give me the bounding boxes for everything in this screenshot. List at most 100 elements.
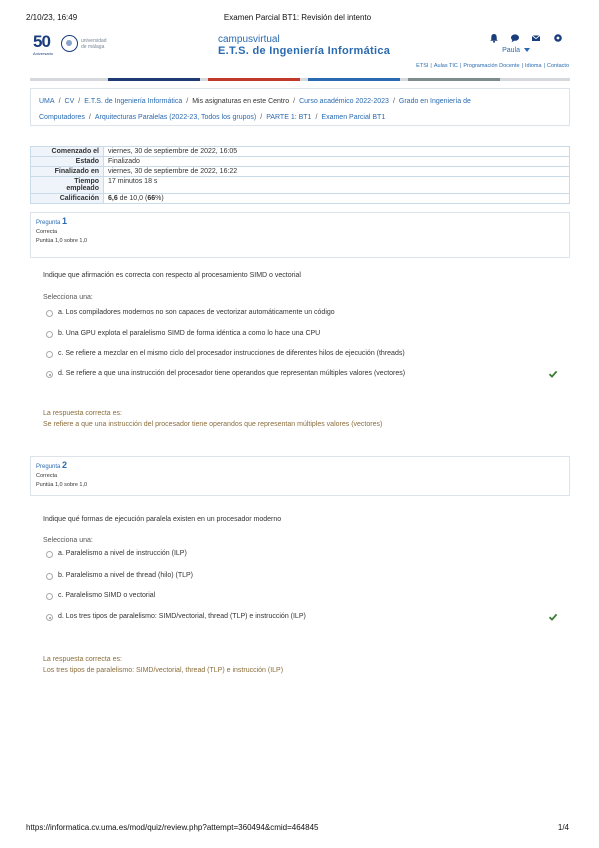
answer-option-label: b. Paralelismo a nivel de thread (hilo) … <box>58 572 194 579</box>
summary-label: Comenzado el <box>30 146 104 157</box>
question-points: Puntúa 1,0 sobre 1,0 <box>36 238 88 244</box>
radio-button-selected[interactable] <box>46 614 53 621</box>
breadcrumb: UMA / CV / E.T.S. de Ingeniería Informática /… <box>30 88 570 126</box>
answer-option-label: d. Se refiere a que una instrucción del … <box>58 370 406 377</box>
answer-option-label: a. Los compiladores modernos no son capa… <box>58 309 335 316</box>
breadcrumb-item[interactable]: Examen Parcial BT1 <box>321 114 385 121</box>
answer-option-selected[interactable]: d. Los tres tipos de paralelismo: SIMD/v… <box>46 613 558 625</box>
anniversary-logo: 50 Aniversario <box>33 33 61 59</box>
summary-value: 17 minutos 18 s <box>103 176 570 194</box>
header-icons <box>489 33 565 45</box>
question-number: Pregunta 2 <box>36 460 68 470</box>
color-segment <box>408 78 500 81</box>
answer-option-label: c. Se refiere a mezclar en el mismo cicl… <box>58 350 405 357</box>
color-bar <box>30 78 570 81</box>
breadcrumb-separator: / <box>78 98 81 105</box>
breadcrumb-separator: / <box>315 114 318 121</box>
summary-row-started: Comenzado el viernes, 30 de septiembre d… <box>30 146 570 157</box>
question-number: Pregunta 1 <box>36 216 68 226</box>
summary-value: viernes, 30 de septiembre de 2022, 16:05 <box>103 146 570 157</box>
answer-option[interactable]: c. Paralelismo SIMD o vectorial <box>46 592 558 604</box>
answer-option[interactable]: c. Se refiere a mezclar en el mismo cicl… <box>46 350 558 362</box>
link-etsi[interactable]: ETSI <box>416 63 428 69</box>
user-name: Paula <box>502 47 520 54</box>
summary-label: Tiempo empleado <box>30 176 104 194</box>
bell-icon[interactable] <box>489 33 499 43</box>
feedback-answer: Los tres tipos de paralelismo: SIMD/vect… <box>43 667 284 674</box>
question-info: Pregunta 1 Correcta Puntúa 1,0 sobre 1,0 <box>30 212 570 258</box>
radio-button[interactable] <box>46 573 53 580</box>
radio-button[interactable] <box>46 551 53 558</box>
university-seal-icon <box>61 35 78 52</box>
breadcrumb-item[interactable]: E.T.S. de Ingeniería Informática <box>84 98 182 105</box>
feedback-answer: Se refiere a que una instrucción del pro… <box>43 421 383 428</box>
summary-row-grade: Calificación 6,6 de 10,0 (66%) <box>30 193 570 204</box>
check-icon <box>548 370 558 378</box>
question-text: Indique qué formas de ejecución paralela… <box>43 516 282 523</box>
check-icon <box>548 613 558 621</box>
question-info: Pregunta 2 Correcta Puntúa 1,0 sobre 1,0 <box>30 456 570 496</box>
link-idioma[interactable]: Idioma <box>525 63 542 69</box>
answer-option[interactable]: a. Paralelismo a nivel de instrucción (I… <box>46 550 558 562</box>
university-name: universidad de málaga <box>81 38 107 50</box>
breadcrumb-separator: / <box>58 98 61 105</box>
answer-option-label: d. Los tres tipos de paralelismo: SIMD/v… <box>58 613 306 620</box>
color-segment <box>208 78 300 81</box>
breadcrumb-separator: / <box>392 98 395 105</box>
breadcrumb-item[interactable]: Arquitecturas Paralelas (2022-23, Todos … <box>95 114 256 121</box>
breadcrumb-separator: / <box>88 114 91 121</box>
radio-button[interactable] <box>46 351 53 358</box>
radio-button[interactable] <box>46 593 53 600</box>
summary-row-state: Estado Finalizado <box>30 156 570 167</box>
breadcrumb-item[interactable]: CV <box>65 98 75 105</box>
radio-button-selected[interactable] <box>46 371 53 378</box>
radio-button[interactable] <box>46 310 53 317</box>
link-aulas-tic[interactable]: Aulas TIC <box>434 63 458 69</box>
question-status: Correcta <box>36 473 58 479</box>
color-segment <box>108 78 200 81</box>
anniversary-number: 50 <box>33 32 51 51</box>
correct-answer-feedback: La respuesta correcta es: Los tres tipos… <box>43 656 563 674</box>
print-title: Examen Parcial BT1: Revisión del intento <box>223 13 372 22</box>
summary-row-finished: Finalizado en viernes, 30 de septiembre … <box>30 166 570 177</box>
summary-label: Finalizado en <box>30 166 104 177</box>
breadcrumb-item[interactable]: UMA <box>39 98 55 105</box>
user-menu[interactable]: Paula <box>502 47 530 54</box>
answer-option-label: c. Paralelismo SIMD o vectorial <box>58 592 156 599</box>
print-footer: https://informatica.cv.uma.es/mod/quiz/r… <box>26 823 569 835</box>
answer-option[interactable]: b. Una GPU explota el paralelismo SIMD d… <box>46 330 558 342</box>
answer-option[interactable]: a. Los compiladores modernos no son capa… <box>46 309 558 321</box>
breadcrumb-item: Mis asignaturas en este Centro <box>192 98 290 105</box>
chat-icon[interactable] <box>510 33 520 43</box>
summary-value: viernes, 30 de septiembre de 2022, 16:22 <box>103 166 570 177</box>
print-url: https://informatica.cv.uma.es/mod/quiz/r… <box>26 823 319 832</box>
print-page-number: 1/4 <box>557 823 569 832</box>
caret-down-icon <box>524 48 530 53</box>
correct-answer-feedback: La respuesta correcta es: Se refiere a q… <box>43 410 563 428</box>
print-header: 2/10/23, 16:49 Examen Parcial BT1: Revis… <box>26 13 569 25</box>
color-segment <box>308 78 400 81</box>
campus-title-line2: E.T.S. de Ingeniería Informática <box>218 45 391 57</box>
answer-option-selected[interactable]: d. Se refiere a que una instrucción del … <box>46 370 558 382</box>
link-programacion-docente[interactable]: Programación Docente <box>463 63 519 69</box>
breadcrumb-item[interactable]: Curso académico 2022-2023 <box>299 98 389 105</box>
settings-icon[interactable] <box>553 33 563 43</box>
summary-label: Calificación <box>30 193 104 204</box>
question-points: Puntúa 1,0 sobre 1,0 <box>36 482 88 488</box>
breadcrumb-separator: / <box>260 114 263 121</box>
answer-prompt: Selecciona una: <box>43 294 93 301</box>
breadcrumb-item[interactable]: PARTE 1: BT1 <box>266 114 311 121</box>
radio-button[interactable] <box>46 331 53 338</box>
attempt-summary-table: Comenzado el viernes, 30 de septiembre d… <box>30 146 570 204</box>
anniversary-sub: Aniversario <box>33 51 54 56</box>
feedback-title: La respuesta correcta es: <box>43 410 122 417</box>
campus-title[interactable]: campusvirtual E.T.S. de Ingeniería Infor… <box>218 34 390 57</box>
answer-option[interactable]: b. Paralelismo a nivel de thread (hilo) … <box>46 572 558 584</box>
link-contacto[interactable]: Contacto <box>547 63 569 69</box>
feedback-title: La respuesta correcta es: <box>43 656 122 663</box>
answer-option-label: b. Una GPU explota el paralelismo SIMD d… <box>58 330 321 337</box>
summary-value: Finalizado <box>103 156 570 167</box>
site-header: 50 Aniversario universidad de málaga cam… <box>33 33 573 63</box>
mail-icon[interactable] <box>531 33 541 43</box>
answer-prompt: Selecciona una: <box>43 537 93 544</box>
